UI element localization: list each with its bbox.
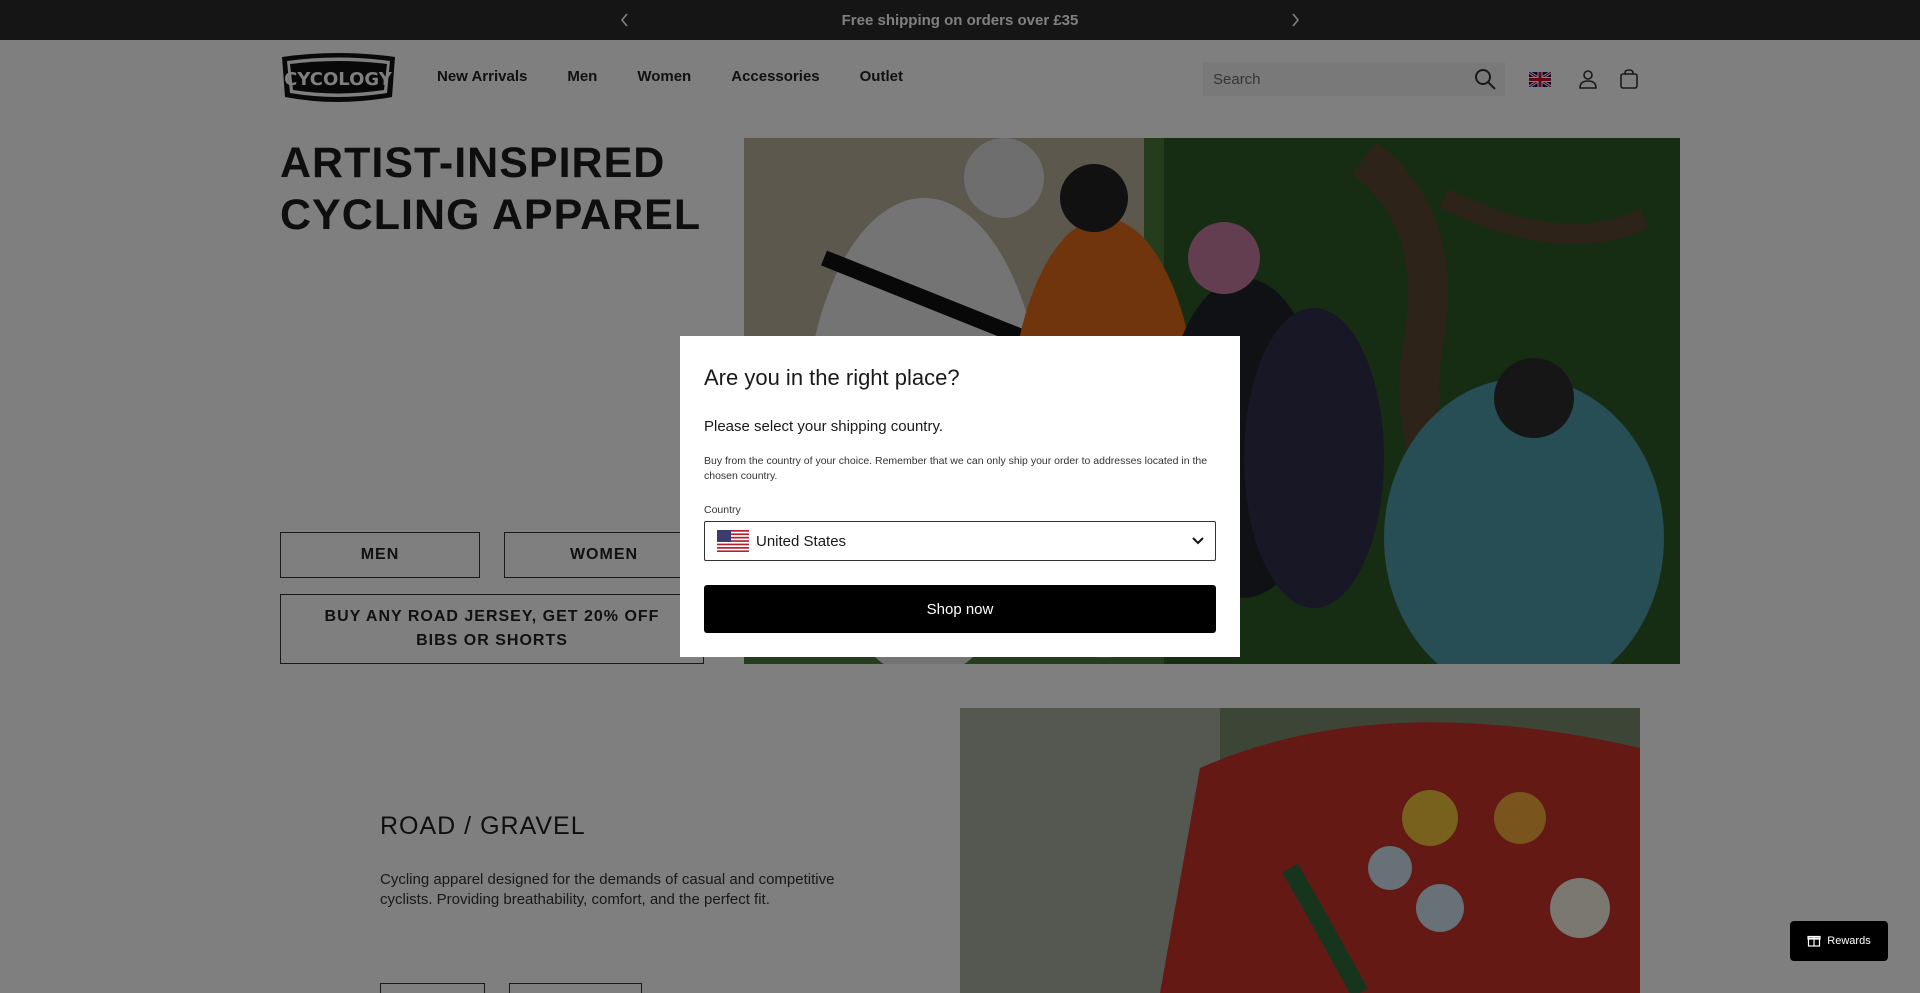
rewards-label: Rewards xyxy=(1827,935,1871,947)
country-label: Country xyxy=(704,504,741,516)
us-flag-icon xyxy=(717,530,749,552)
country-select[interactable]: United States xyxy=(704,521,1216,561)
modal-title: Are you in the right place? xyxy=(704,365,960,390)
modal-subtitle: Please select your shipping country. xyxy=(704,418,944,435)
gift-icon xyxy=(1807,933,1821,950)
country-value: United States xyxy=(756,532,847,550)
chevron-down-icon xyxy=(1189,532,1207,550)
modal-note: Buy from the country of your choice. Rem… xyxy=(704,455,1208,482)
rewards-button[interactable]: Rewards xyxy=(1790,921,1888,961)
shop-now-button[interactable]: Shop now xyxy=(704,585,1216,633)
country-modal: Are you in the right place? Please selec… xyxy=(680,336,1240,657)
